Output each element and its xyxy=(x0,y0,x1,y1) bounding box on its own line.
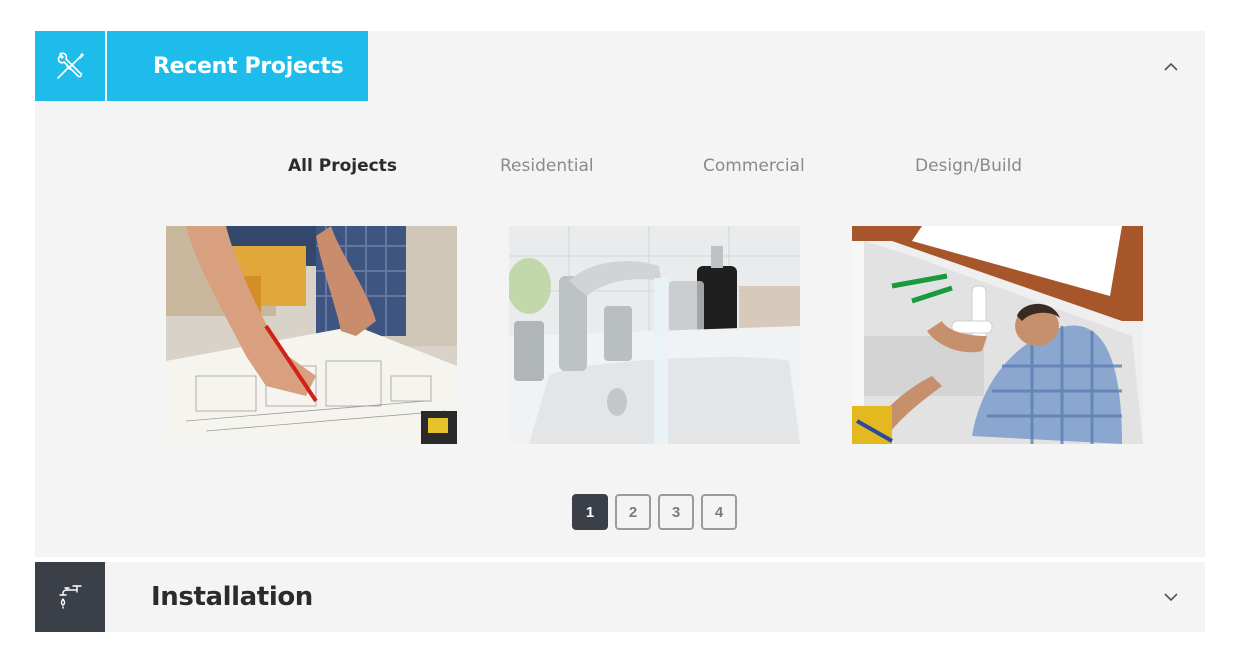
gallery-pagination: 1 2 3 4 xyxy=(572,494,737,530)
page-button-4[interactable]: 4 xyxy=(701,494,737,530)
collapse-button[interactable] xyxy=(1163,58,1179,74)
filter-commercial[interactable]: Commercial xyxy=(703,156,805,176)
project-thumbnail-plumber[interactable] xyxy=(852,226,1143,444)
chevron-up-icon xyxy=(1164,62,1178,71)
installation-panel[interactable]: Installation xyxy=(35,562,1205,632)
project-filter-tabs: All Projects Residential Commercial Desi… xyxy=(35,156,1205,182)
page-button-2[interactable]: 2 xyxy=(615,494,651,530)
plumber-under-sink-image xyxy=(852,226,1143,444)
recent-projects-title[interactable]: Recent Projects xyxy=(107,31,368,101)
installation-icon-box[interactable] xyxy=(35,562,105,632)
page-button-3[interactable]: 3 xyxy=(658,494,694,530)
blueprint-drafting-image xyxy=(166,226,457,444)
tools-icon xyxy=(57,52,84,79)
faucet-sink-image xyxy=(509,226,800,444)
recent-projects-panel: Recent Projects All Projects Residential… xyxy=(35,31,1205,557)
expand-button[interactable] xyxy=(1163,589,1179,605)
page-button-1[interactable]: 1 xyxy=(572,494,608,530)
filter-residential[interactable]: Residential xyxy=(500,156,594,176)
chevron-down-icon xyxy=(1164,592,1178,601)
filter-all-projects[interactable]: All Projects xyxy=(288,156,397,176)
recent-projects-icon-box[interactable] xyxy=(35,31,105,101)
installation-title[interactable]: Installation xyxy=(151,562,313,632)
faucet-icon xyxy=(59,585,82,609)
project-thumbnail-faucet[interactable] xyxy=(509,226,800,444)
project-thumbnail-blueprint[interactable] xyxy=(166,226,457,444)
filter-design-build[interactable]: Design/Build xyxy=(915,156,1022,176)
